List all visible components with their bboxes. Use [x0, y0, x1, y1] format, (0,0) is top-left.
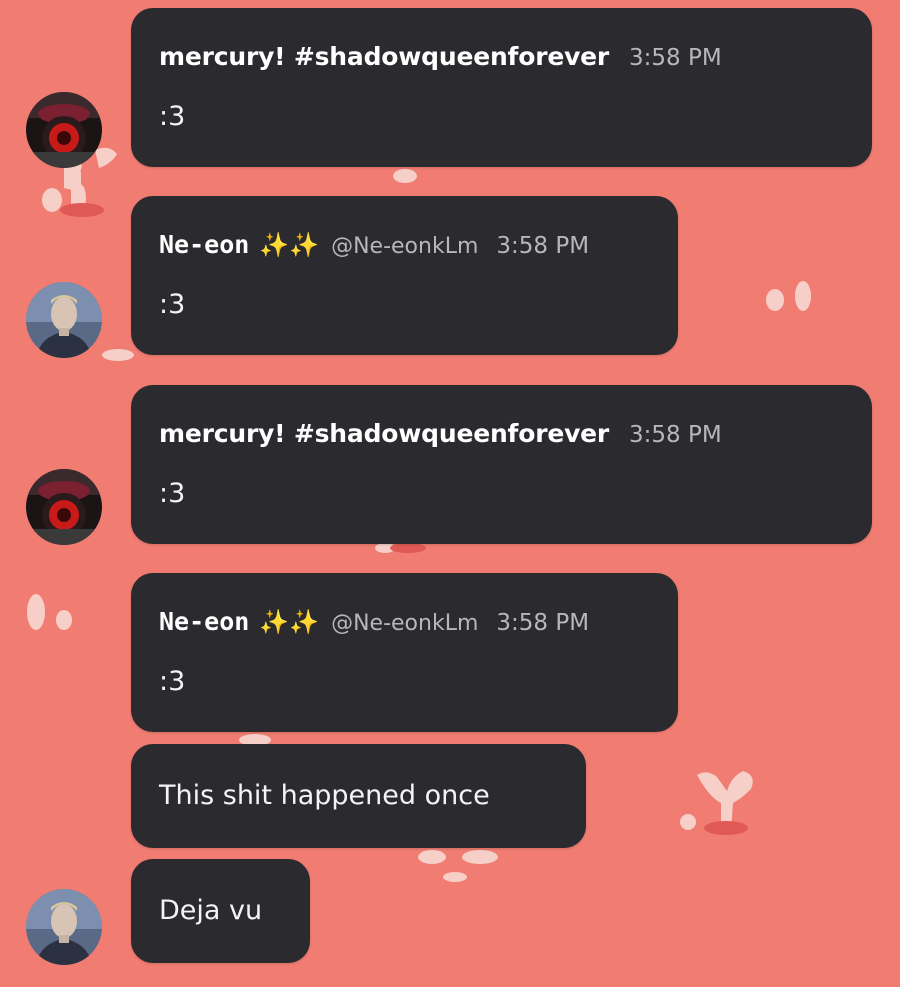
author-handle[interactable]: @Ne-eonkLm	[331, 234, 478, 259]
message-bubble[interactable]: mercury! #shadowqueenforever #GJfan 3:58…	[131, 385, 872, 544]
timestamp: 3:58 PM	[496, 610, 590, 636]
message-bubble[interactable]: Ne-eon ✨✨ @Ne-eonkLm 3:58 PM :3	[131, 196, 678, 355]
message-text: :3	[159, 478, 186, 509]
message-bubble[interactable]: Ne-eon ✨✨ @Ne-eonkLm 3:58 PM :3	[131, 573, 678, 732]
message-bubble[interactable]: mercury! #shadowqueenforever #GJfan 3:58…	[131, 8, 872, 167]
author-name[interactable]: Ne-eon	[159, 607, 249, 636]
avatar-mercury[interactable]	[26, 92, 102, 168]
author-name[interactable]: mercury! #shadowqueenforever #GJfan	[159, 419, 611, 448]
message-text: Deja vu	[159, 895, 263, 926]
message-text: :3	[159, 666, 186, 697]
avatar-mercury-image	[26, 469, 102, 545]
avatar-neeon[interactable]	[26, 889, 102, 965]
timestamp: 3:58 PM	[496, 233, 590, 259]
message-bubble[interactable]: Deja vu	[131, 859, 310, 963]
avatar-neeon-image	[26, 282, 102, 358]
message-header: mercury! #shadowqueenforever #GJfan 3:58…	[159, 419, 844, 453]
message-text: :3	[159, 101, 186, 132]
author-name[interactable]: mercury! #shadowqueenforever #GJfan	[159, 42, 611, 71]
sparkles-emoji: ✨✨	[259, 231, 320, 259]
message-header: mercury! #shadowqueenforever #GJfan 3:58…	[159, 42, 844, 76]
author-handle[interactable]: @Ne-eonkLm	[331, 611, 478, 636]
sparkles-emoji: ✨✨	[259, 608, 320, 636]
avatar-mercury-image	[26, 92, 102, 168]
avatar-mercury[interactable]	[26, 469, 102, 545]
timestamp: 3:58 PM	[629, 422, 722, 448]
message-header: Ne-eon ✨✨ @Ne-eonkLm 3:58 PM	[159, 230, 650, 264]
avatar-neeon[interactable]	[26, 282, 102, 358]
message-bubble[interactable]: This shit happened once	[131, 744, 586, 848]
avatar-neeon-image	[26, 889, 102, 965]
message-text: :3	[159, 289, 186, 320]
author-name[interactable]: Ne-eon	[159, 230, 249, 259]
timestamp: 3:58 PM	[629, 45, 722, 71]
message-text: This shit happened once	[159, 780, 490, 811]
message-header: Ne-eon ✨✨ @Ne-eonkLm 3:58 PM	[159, 607, 650, 641]
